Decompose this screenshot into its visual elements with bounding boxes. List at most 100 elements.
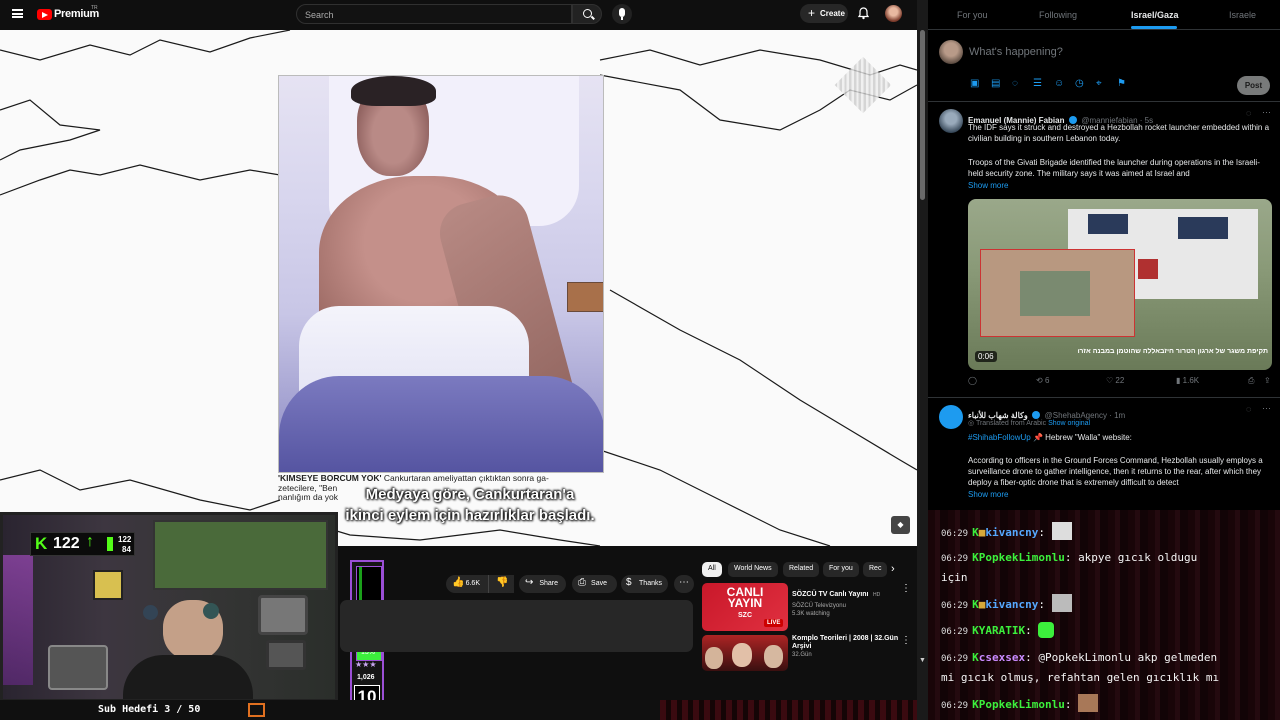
recommendation-item[interactable]: CANLI YAYIN SZC LIVE SÖZCÜ TV Canlı Yayı… — [702, 583, 911, 633]
kick-badge-icon: K — [972, 598, 979, 611]
chat-separator: : — [1025, 651, 1032, 664]
user-avatar[interactable] — [885, 5, 902, 22]
chat-username[interactable]: PopkekLimonlu — [979, 551, 1065, 564]
verified-badge-icon — [1032, 411, 1041, 419]
save-label: Save — [591, 580, 607, 587]
chat-username[interactable]: kivancny — [985, 526, 1038, 539]
chips-next-chevron-icon[interactable]: › — [891, 563, 895, 575]
chip-all[interactable]: All — [702, 562, 722, 577]
description-box[interactable] — [340, 600, 693, 652]
tweet-video[interactable]: 0:06 תקיפת משגר של ארגון הטרור חיזבאללה … — [968, 199, 1272, 370]
chat-separator: : — [1064, 551, 1072, 564]
thumbs-up-icon: 👍 — [452, 577, 465, 588]
chat-separator: : — [1038, 526, 1045, 539]
recommendation-menu-icon[interactable]: ⋮ — [901, 635, 911, 646]
poll-icon[interactable]: ☰ — [1033, 78, 1042, 89]
chip-world-news[interactable]: World News — [728, 562, 778, 577]
notifications-bell-icon[interactable] — [857, 7, 870, 20]
share-icon[interactable]: ⇪ — [1264, 376, 1271, 385]
like-button[interactable]: ♡ 22 — [1106, 376, 1124, 385]
recommendation-title: SÖZCÜ TV Canlı Yayını — [792, 591, 869, 598]
caption-headline: 'KIMSEYE BORCUM YOK' — [278, 473, 382, 483]
save-button[interactable]: ⎙ Save — [572, 575, 617, 593]
search-input[interactable]: Search — [296, 4, 572, 24]
kick-follower-badge: K 122 ↑ 122 84 — [30, 532, 135, 556]
chat-username[interactable]: YARATIK — [979, 624, 1025, 637]
tab-israel-gaza[interactable]: Israel/Gaza — [1131, 10, 1179, 20]
kick-badge-icon: K — [972, 651, 979, 664]
youtube-topbar: Premium TR Search + Create — [0, 0, 928, 30]
tweet-actions: ◯ ⟲ 6 ♡ 22 ▮ 1.6K ⎙ ⇪ — [968, 376, 1272, 390]
search-button[interactable] — [572, 4, 602, 24]
chat-username[interactable]: PopkekLimonlu — [979, 698, 1065, 711]
kick-badge-icon: K — [972, 698, 979, 711]
flag-icon[interactable]: ⚑ — [1117, 78, 1126, 89]
video-caption: תקיפת משגר של ארגון הטרור חיזבאללה שהוטמ… — [1078, 348, 1268, 355]
tweet[interactable]: Emanuel (Mannie) Fabian @manniefabian · … — [928, 102, 1280, 397]
post-button[interactable]: Post — [1237, 76, 1270, 95]
tab-following[interactable]: Following — [1039, 10, 1077, 20]
chat-username[interactable]: kivancny — [985, 598, 1038, 611]
youtube-scrollbar[interactable]: ▼ — [917, 0, 928, 720]
thumb-badge: SZC — [738, 612, 752, 619]
chat-message: 06:29 Kcsexsex: @PopkekLimonlu akp gelmed… — [941, 648, 1217, 669]
show-original-link[interactable]: Show original — [1048, 420, 1090, 427]
compose-input[interactable]: What's happening? — [969, 46, 1063, 58]
recommendation-menu-icon[interactable]: ⋮ — [901, 583, 911, 594]
youtube-logo-icon[interactable] — [37, 9, 52, 20]
tweet-more-icon[interactable]: ⋯ — [1262, 403, 1271, 414]
chip-for-you[interactable]: For you — [823, 562, 859, 577]
show-more-link[interactable]: Show more — [968, 490, 1008, 499]
viewers-b: 84 — [122, 545, 131, 554]
menu-icon[interactable] — [12, 9, 23, 18]
kick-badge-icon: K — [972, 526, 979, 539]
grok-tweet-icon[interactable]: ◌ — [1246, 108, 1251, 118]
gif-icon[interactable]: ▤ — [991, 78, 1000, 89]
thanks-button[interactable]: $ Thanks — [621, 575, 668, 593]
media-icon[interactable]: ▣ — [970, 78, 979, 89]
grok-icon[interactable]: ◌ — [1012, 78, 1018, 89]
views-count: 1.6K — [1182, 376, 1200, 385]
share-button[interactable]: ↪ Share — [519, 575, 566, 593]
recommendation-item[interactable]: Komplo Teorileri | 2008 | 32.Gün Arşivi … — [702, 635, 911, 671]
chip-related[interactable]: Related — [783, 562, 820, 577]
green-people-icon — [107, 537, 113, 551]
author-avatar[interactable] — [939, 109, 963, 133]
tab-israele[interactable]: Israele — [1229, 10, 1256, 20]
live-badge: LIVE — [764, 619, 784, 627]
bookmark-icon[interactable]: ⎙ — [1248, 376, 1254, 386]
more-actions-button[interactable]: ⋯ — [674, 575, 694, 593]
translate-icon: ◎ — [968, 420, 975, 427]
chat-message-continued: mi gıcık olmuş, refahtan gelen gıcıklık … — [941, 671, 1220, 684]
voice-search-button[interactable] — [612, 4, 632, 24]
grok-tweet-icon[interactable]: ◌ — [1246, 404, 1251, 414]
tab-for-you[interactable]: For you — [957, 10, 988, 20]
video-corner-button[interactable]: ◆ — [891, 516, 910, 534]
chip-recent[interactable]: Rec — [863, 562, 887, 577]
show-more-link[interactable]: Show more — [968, 181, 1008, 190]
author-avatar[interactable] — [939, 405, 963, 429]
tweet-text-intro: 📌 Hebrew "Walla" website: — [1032, 433, 1132, 442]
dislike-button[interactable]: 👎 — [488, 575, 514, 593]
chat-separator: : — [1025, 624, 1032, 637]
create-button[interactable]: + Create — [800, 4, 848, 23]
repost-button[interactable]: ⟲ 6 — [1036, 376, 1049, 385]
video-player[interactable]: 'KIMSEYE BORCUM YOK' Cankurtaran ameliya… — [0, 30, 917, 546]
chat-message: 06:29 KPopkekLimonlu: akpye gıcık oldugu — [941, 548, 1197, 569]
location-icon[interactable]: ⌖ — [1096, 78, 1102, 89]
caption-text: Cankurtaran ameliyattan çıktıktan sonra … — [383, 473, 549, 483]
hashtag-link[interactable]: #ShihabFollowUp — [968, 433, 1031, 442]
schedule-icon[interactable]: ◷ — [1075, 78, 1084, 89]
chat-text: @PopkekLimonlu akp gelmeden — [1038, 651, 1218, 664]
tweet-more-icon[interactable]: ⋯ — [1262, 107, 1271, 118]
recommendation-title: Komplo Teorileri | 2008 | 32.Gün — [792, 635, 899, 642]
scroll-down-arrow-icon[interactable]: ▼ — [919, 657, 926, 664]
active-tab-indicator — [1131, 26, 1177, 29]
emoji-icon[interactable]: ☺ — [1054, 78, 1064, 89]
views-button[interactable]: ▮ 1.6K — [1176, 376, 1199, 385]
chat-username[interactable]: csexsex — [979, 651, 1025, 664]
recommendation-channel: 32.Gün — [792, 652, 812, 658]
reply-icon[interactable]: ◯ — [968, 376, 977, 385]
twitter-timeline: For you Following Israel/Gaza Israele Wh… — [928, 0, 1280, 530]
compose-avatar[interactable] — [939, 40, 963, 64]
